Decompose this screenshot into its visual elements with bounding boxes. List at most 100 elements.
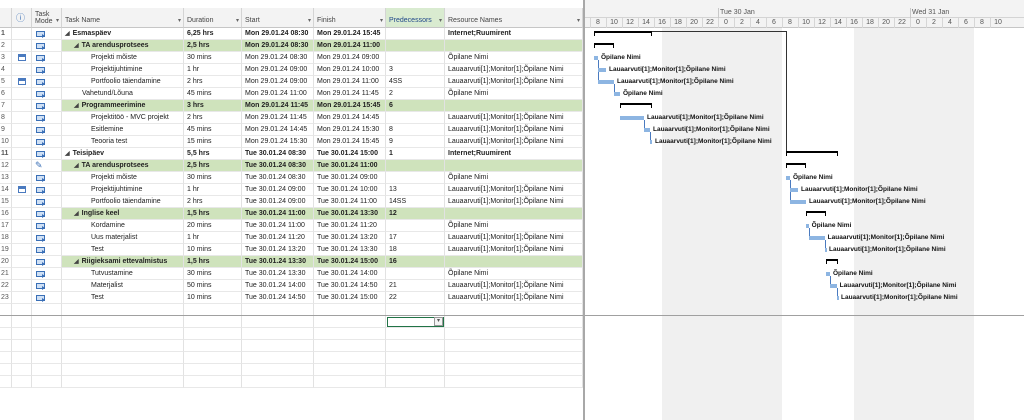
start-cell[interactable] xyxy=(242,364,314,376)
gantt-summary-bar[interactable] xyxy=(620,103,652,108)
gantt-task-bar[interactable] xyxy=(598,68,606,72)
finish-cell[interactable]: Tue 30.01.24 15:00 xyxy=(314,148,386,160)
chevron-down-icon[interactable]: ▾ xyxy=(56,17,59,24)
name-cell[interactable] xyxy=(62,340,184,352)
start-cell[interactable]: Tue 30.01.24 09:00 xyxy=(242,184,314,196)
indicator-cell[interactable] xyxy=(12,292,32,304)
collapse-triangle-icon[interactable]: ◢ xyxy=(65,151,70,157)
finish-cell[interactable]: Mon 29.01.24 15:30 xyxy=(314,124,386,136)
task-row[interactable]: 15 Portfoolio täiendamine 2 hrs Tue 30.01.2… xyxy=(0,196,583,208)
mode-cell[interactable] xyxy=(32,112,62,124)
task-row[interactable]: 19 Test 10 mins Tue 30.01.24 13:20 Tue 30.01… xyxy=(0,244,583,256)
resources-cell[interactable]: Internet;Ruumirent xyxy=(445,148,583,160)
mode-cell[interactable] xyxy=(32,268,62,280)
indicator-cell[interactable] xyxy=(12,64,32,76)
finish-cell[interactable]: Tue 30.01.24 15:00 xyxy=(314,256,386,268)
duration-cell[interactable]: 30 mins xyxy=(184,268,242,280)
name-cell[interactable]: ◢ TA arendusprotsees xyxy=(62,160,184,172)
mode-cell[interactable] xyxy=(32,64,62,76)
calendar-indicator-icon[interactable] xyxy=(18,78,26,85)
resource-names-column-header[interactable]: Resource Names ▾ xyxy=(445,8,583,28)
task-row[interactable]: 1 ◢ Esmaspäev 6,25 hrs Mon 29.01.24 08:30 Mon… xyxy=(0,28,583,40)
start-cell[interactable]: Tue 30.01.24 13:30 xyxy=(242,256,314,268)
duration-cell[interactable]: 15 mins xyxy=(184,136,242,148)
name-cell[interactable] xyxy=(62,328,184,340)
pred-cell[interactable] xyxy=(386,160,445,172)
finish-cell[interactable] xyxy=(314,376,386,388)
finish-cell[interactable] xyxy=(314,340,386,352)
gantt-summary-bar[interactable] xyxy=(786,163,806,168)
pred-cell[interactable] xyxy=(386,376,445,388)
indicator-cell[interactable] xyxy=(12,148,32,160)
predecessors-column-header[interactable]: Predecessors ▾ xyxy=(386,8,445,28)
mode-cell[interactable] xyxy=(32,28,62,40)
resources-cell[interactable]: Lauaarvuti[1];Monitor[1];Õpilane Nimi xyxy=(445,292,583,304)
empty-task-row[interactable] xyxy=(0,364,583,376)
resources-cell[interactable]: Lauaarvuti[1];Monitor[1];Õpilane Nimi xyxy=(445,76,583,88)
indicator-cell[interactable] xyxy=(12,256,32,268)
indicator-cell[interactable] xyxy=(12,112,32,124)
finish-cell[interactable]: Tue 30.01.24 11:00 xyxy=(314,160,386,172)
indicator-cell[interactable] xyxy=(12,196,32,208)
pred-cell[interactable]: 13 xyxy=(386,184,445,196)
resources-cell[interactable] xyxy=(445,40,583,52)
finish-cell[interactable]: Tue 30.01.24 13:30 xyxy=(314,208,386,220)
empty-task-row[interactable] xyxy=(0,340,583,352)
gantt-task-bar[interactable] xyxy=(790,188,798,192)
indicator-cell[interactable] xyxy=(12,172,32,184)
indicator-cell[interactable] xyxy=(12,232,32,244)
indicator-cell[interactable] xyxy=(12,340,32,352)
start-cell[interactable]: Tue 30.01.24 11:00 xyxy=(242,208,314,220)
mode-cell[interactable] xyxy=(32,244,62,256)
resources-cell[interactable] xyxy=(445,208,583,220)
indicator-cell[interactable] xyxy=(12,316,32,328)
task-row[interactable]: 9 Esitlemine 45 mins Mon 29.01.24 14:45 Mon … xyxy=(0,124,583,136)
empty-task-row[interactable]: ▾ xyxy=(0,316,583,328)
resources-cell[interactable]: Õpilane Nimi xyxy=(445,220,583,232)
indicator-cell[interactable] xyxy=(12,376,32,388)
finish-cell[interactable]: Mon 29.01.24 11:45 xyxy=(314,88,386,100)
finish-cell[interactable]: Mon 29.01.24 15:45 xyxy=(314,28,386,40)
gantt-summary-bar[interactable] xyxy=(594,43,614,48)
task-row[interactable]: 13 Projekti mõiste 30 mins Tue 30.01.24 08:… xyxy=(0,172,583,184)
collapse-triangle-icon[interactable]: ◢ xyxy=(74,211,79,217)
mode-cell[interactable] xyxy=(32,292,62,304)
pred-cell[interactable]: 3 xyxy=(386,64,445,76)
finish-cell[interactable]: Tue 30.01.24 15:00 xyxy=(314,292,386,304)
resources-cell[interactable]: Lauaarvuti[1];Monitor[1];Õpilane Nimi xyxy=(445,280,583,292)
finish-cell[interactable]: Tue 30.01.24 13:30 xyxy=(314,244,386,256)
gantt-task-bar[interactable] xyxy=(830,284,837,288)
name-cell[interactable]: ◢ Inglise keel xyxy=(62,208,184,220)
start-cell[interactable]: Tue 30.01.24 08:30 xyxy=(242,148,314,160)
task-row[interactable]: 17 Kordamine 20 mins Tue 30.01.24 11:00 Tue … xyxy=(0,220,583,232)
finish-cell[interactable] xyxy=(314,364,386,376)
name-cell[interactable]: Test xyxy=(62,244,184,256)
start-cell[interactable]: Tue 30.01.24 11:00 xyxy=(242,220,314,232)
name-cell[interactable]: Teooria test xyxy=(62,136,184,148)
mode-cell[interactable] xyxy=(32,352,62,364)
finish-cell[interactable]: Tue 30.01.24 11:20 xyxy=(314,220,386,232)
mode-cell[interactable] xyxy=(32,364,62,376)
duration-cell[interactable]: 10 mins xyxy=(184,292,242,304)
name-cell[interactable]: Projektitöö - MVC projekt xyxy=(62,112,184,124)
duration-cell[interactable]: 2 hrs xyxy=(184,76,242,88)
resources-cell[interactable] xyxy=(445,316,583,328)
duration-cell[interactable]: 1 hr xyxy=(184,64,242,76)
name-cell[interactable]: Kordamine xyxy=(62,220,184,232)
mode-cell[interactable] xyxy=(32,184,62,196)
empty-task-row[interactable] xyxy=(0,352,583,364)
task-row[interactable]: 5 Portfoolio täiendamine 2 hrs Mon 29.01.24… xyxy=(0,76,583,88)
mode-cell[interactable] xyxy=(32,40,62,52)
resources-cell[interactable]: Lauaarvuti[1];Monitor[1];Õpilane Nimi xyxy=(445,64,583,76)
resources-cell[interactable]: Lauaarvuti[1];Monitor[1];Õpilane Nimi xyxy=(445,124,583,136)
resources-cell[interactable]: Õpilane Nimi xyxy=(445,88,583,100)
pred-cell[interactable] xyxy=(386,268,445,280)
pred-cell[interactable]: 2 xyxy=(386,88,445,100)
start-cell[interactable]: Mon 29.01.24 11:45 xyxy=(242,112,314,124)
resources-cell[interactable]: Lauaarvuti[1];Monitor[1];Õpilane Nimi xyxy=(445,244,583,256)
finish-cell[interactable]: Tue 30.01.24 14:00 xyxy=(314,268,386,280)
duration-cell[interactable]: 2,5 hrs xyxy=(184,160,242,172)
mode-cell[interactable] xyxy=(32,76,62,88)
pred-cell[interactable]: 12 xyxy=(386,208,445,220)
start-cell[interactable]: Mon 29.01.24 11:00 xyxy=(242,88,314,100)
